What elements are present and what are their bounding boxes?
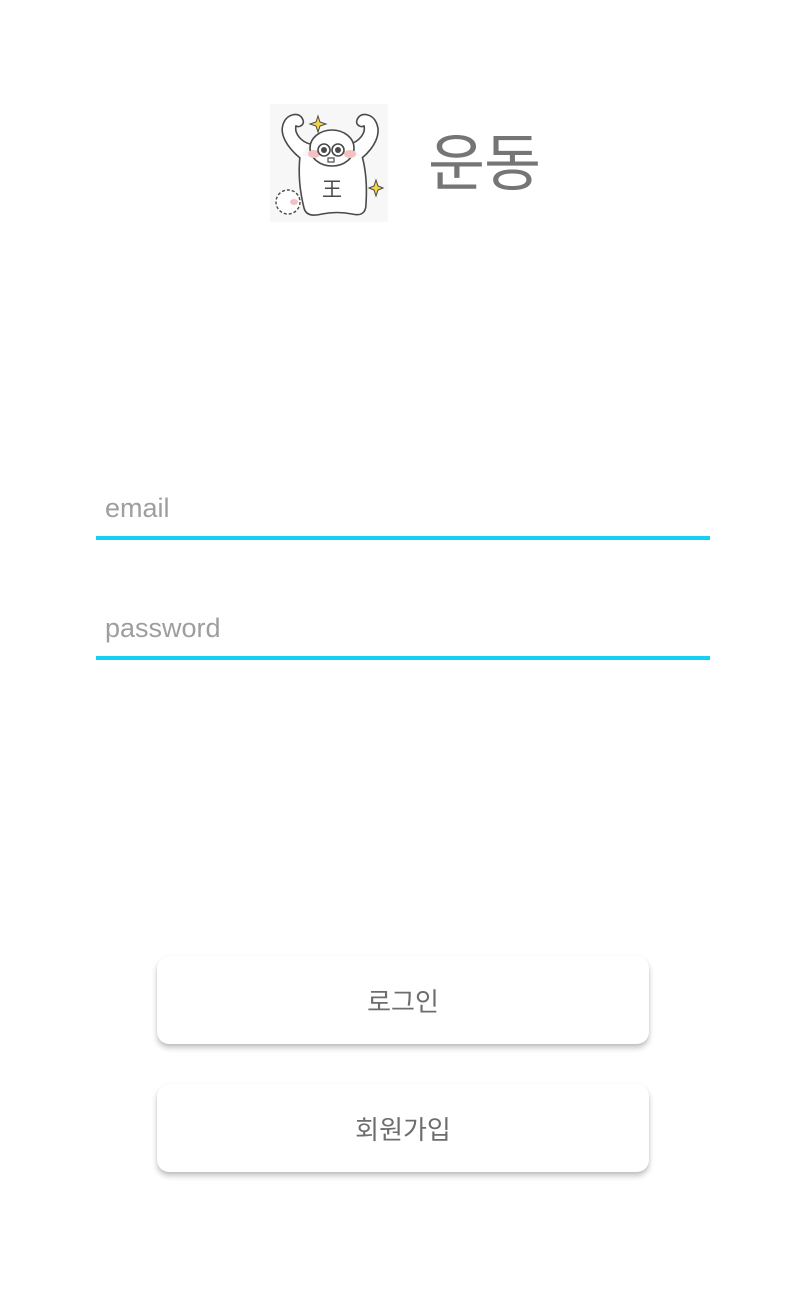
email-field[interactable] xyxy=(96,480,710,536)
logo-belly-text: 王 xyxy=(322,177,342,201)
app-header: 王 운동 xyxy=(270,104,541,222)
muscle-ghost-mascot-icon: 王 xyxy=(270,104,388,222)
signup-button[interactable]: 회원가입 xyxy=(157,1084,649,1172)
email-field-container xyxy=(96,480,710,540)
login-button[interactable]: 로그인 xyxy=(157,956,649,1044)
app-title: 운동 xyxy=(428,127,541,200)
password-field[interactable] xyxy=(96,600,710,656)
email-field-underline xyxy=(96,536,710,540)
password-field-container xyxy=(96,600,710,660)
password-field-underline xyxy=(96,656,710,660)
